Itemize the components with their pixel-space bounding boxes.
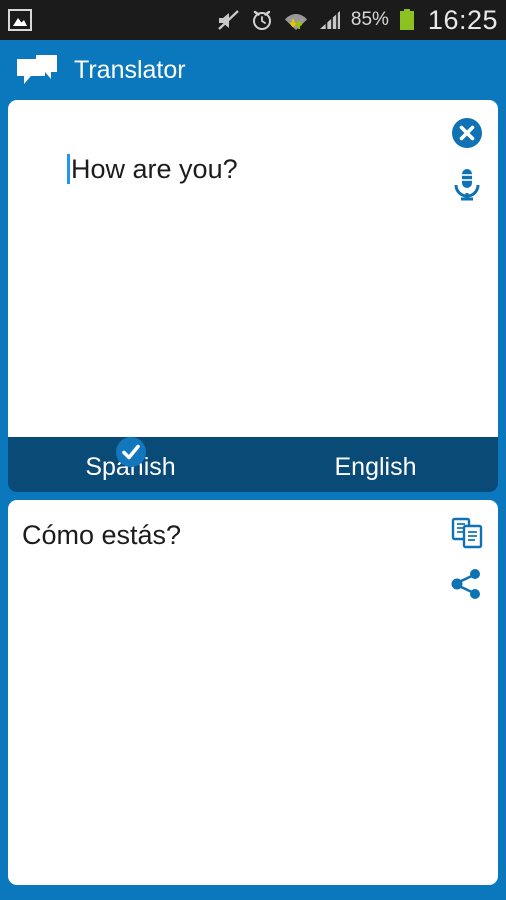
share-icon[interactable] <box>448 565 486 603</box>
alarm-icon <box>250 8 274 32</box>
language-selector-bar: Spanish English <box>8 437 498 492</box>
image-icon <box>8 9 32 31</box>
status-bar: 85% 16:25 <box>0 0 506 40</box>
chat-bubbles-icon <box>14 52 60 88</box>
battery-icon <box>398 8 416 32</box>
text-caret <box>67 154 71 184</box>
signal-bars-icon <box>318 9 342 31</box>
source-text-panel[interactable]: How are you? <box>8 100 498 437</box>
check-circle-icon <box>114 435 148 469</box>
status-bar-clock: 16:25 <box>427 4 498 35</box>
source-text-input[interactable]: How are you? <box>22 118 432 220</box>
language-option-source[interactable]: Spanish <box>8 437 253 492</box>
translated-text-panel[interactable]: Cómo estás? <box>8 500 498 885</box>
app-bar: Translator <box>0 40 506 100</box>
microphone-icon[interactable] <box>448 165 486 203</box>
wifi-data-icon <box>283 9 309 32</box>
copy-icon[interactable] <box>448 514 486 552</box>
mute-icon <box>217 9 241 31</box>
status-bar-icons: 85% 16:25 <box>217 4 498 35</box>
clear-circle-icon[interactable] <box>448 114 486 152</box>
language-option-target-label: English <box>334 453 417 481</box>
source-panel-actions <box>448 114 486 203</box>
battery-percent-label: 85% <box>350 9 389 30</box>
status-bar-notifications <box>8 9 32 31</box>
app-screen: 85% 16:25 Translator How are you? Spanis… <box>0 0 506 900</box>
language-option-target[interactable]: English <box>253 453 498 492</box>
target-panel-actions <box>448 514 486 603</box>
app-title: Translator <box>74 55 186 84</box>
translated-text-value: Cómo estás? <box>22 520 182 550</box>
source-text-value: How are you? <box>71 154 238 184</box>
